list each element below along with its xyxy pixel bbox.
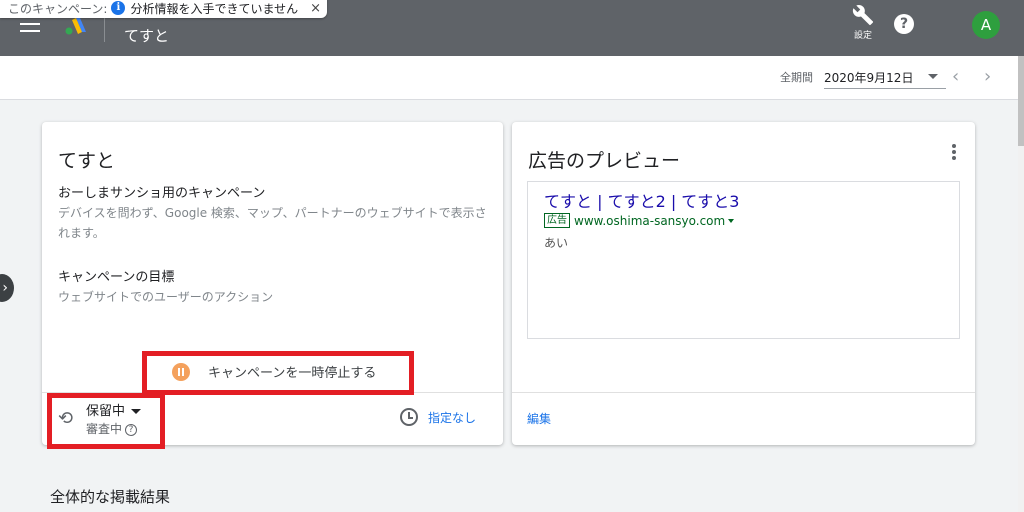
avatar[interactable]: A	[972, 11, 1000, 39]
ad-badge: 広告	[544, 213, 570, 228]
wrench-icon	[852, 5, 874, 26]
notice-prefix: このキャンペーン:	[8, 1, 108, 16]
status-dropdown[interactable]: 保留中	[86, 400, 142, 419]
schedule-label: 指定なし	[428, 410, 477, 425]
edit-ad-link[interactable]: 編集	[527, 410, 551, 427]
scrollbar[interactable]	[1018, 56, 1024, 512]
card-divider	[512, 392, 975, 393]
caret-down-icon	[131, 409, 142, 414]
ad-display-url: www.oshima-sansyo.com	[574, 213, 726, 228]
campaign-type-description: デバイスを問わず、Google 検索、マップ、パートナーのウェブサイトで表示され…	[58, 206, 487, 240]
ad-schedule-link[interactable]: 指定なし	[400, 408, 476, 426]
notice-message[interactable]: 分析情報を入手できていません	[130, 0, 298, 17]
ad-url-row: 広告 www.oshima-sansyo.com	[544, 213, 735, 228]
info-icon: i	[111, 1, 126, 15]
ad-description: あい	[544, 236, 569, 250]
pause-campaign-label: キャンペーンを一時停止する	[208, 366, 377, 381]
campaign-goal-heading: キャンペーンの目標	[58, 270, 175, 285]
section-heading: 全体的な掲載結果	[50, 488, 171, 506]
campaign-goal-description: ウェブサイトでのユーザーのアクション	[58, 290, 274, 304]
chevron-right-icon: ›	[2, 280, 8, 296]
chevron-left-icon[interactable]: ‹	[952, 66, 959, 87]
campaign-summary-card: てすと おーしまサンショ用のキャンペーン デバイスを問わず、Google 検索、…	[42, 122, 503, 445]
period-label: 全期間	[780, 71, 813, 84]
scrollbar-thumb[interactable]	[1018, 56, 1024, 146]
ad-headline: てすと | てすと2 | てすと3	[544, 192, 740, 211]
date-range-bar: 全期間 2020年9月12日 ‹ ›	[0, 56, 1018, 100]
menu-icon[interactable]	[20, 16, 40, 32]
preview-card-title: 広告のプレビュー	[528, 150, 681, 172]
campaign-type-heading: おーしまサンショ用のキャンペーン	[58, 186, 266, 201]
review-status: 審査中?	[86, 420, 138, 437]
expand-sidebar-button[interactable]: ›	[0, 274, 14, 302]
caret-down-icon	[728, 218, 735, 223]
close-icon[interactable]: ×	[310, 1, 321, 16]
ad-preview: てすと | てすと2 | てすと3 広告 www.oshima-sansyo.c…	[527, 181, 960, 339]
campaign-title[interactable]: てすと	[124, 25, 169, 46]
date-value: 2020年9月12日	[824, 71, 914, 85]
card-divider	[42, 392, 503, 393]
notification-chip: このキャンペーン: i 分析情報を入手できていません ×	[0, 0, 328, 18]
clock-icon	[400, 408, 418, 426]
status-label: 保留中	[86, 404, 126, 419]
settings-label: 設定	[853, 31, 872, 41]
chevron-down-icon	[928, 74, 938, 79]
chevron-right-icon[interactable]: ›	[984, 66, 991, 87]
help-circle-icon[interactable]: ?	[125, 423, 138, 436]
date-range-select[interactable]: 2020年9月12日	[824, 65, 946, 89]
pause-campaign-button[interactable]: キャンペーンを一時停止する	[172, 362, 376, 381]
help-icon[interactable]: ?	[894, 14, 914, 34]
google-ads-logo-icon[interactable]	[64, 16, 88, 36]
ad-preview-card: 広告のプレビュー てすと | てすと2 | てすと3 広告 www.oshima…	[512, 122, 975, 445]
review-label: 審査中	[86, 422, 123, 436]
settings-button[interactable]: 設定	[846, 4, 880, 41]
pause-icon	[172, 362, 190, 381]
more-vert-icon[interactable]	[952, 144, 956, 162]
campaign-card-title: てすと	[58, 150, 116, 172]
history-icon: ⟲	[58, 408, 74, 429]
